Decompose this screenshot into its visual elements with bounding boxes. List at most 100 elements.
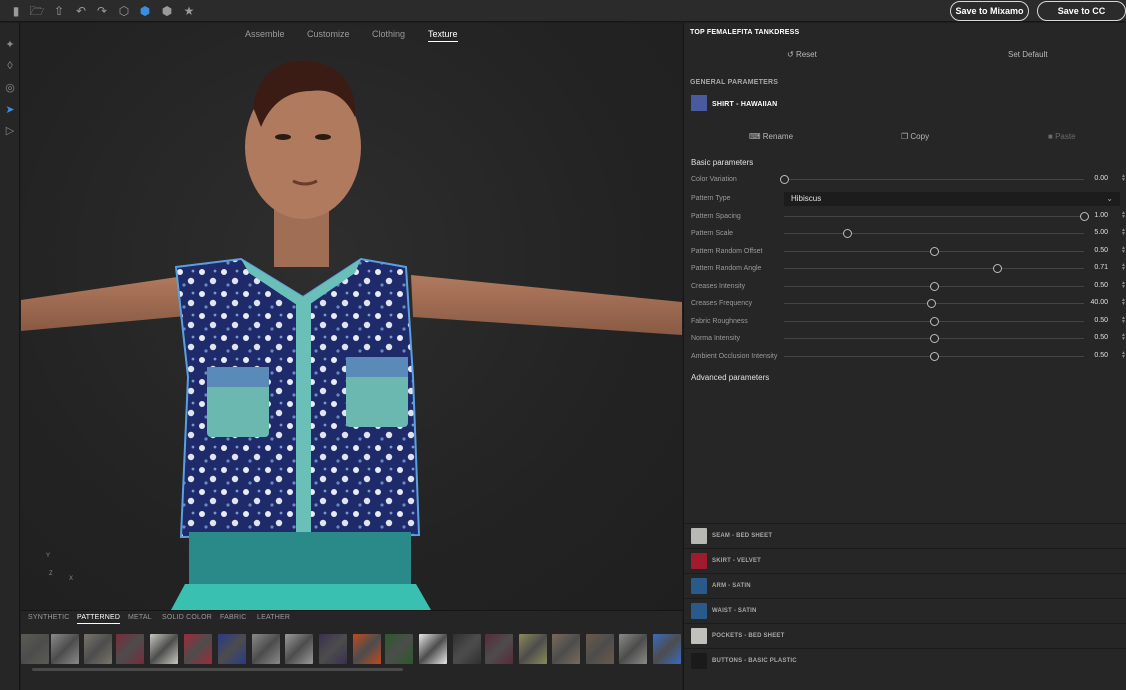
material-swatch[interactable] bbox=[319, 634, 347, 664]
category-leather[interactable]: LEATHER bbox=[257, 614, 290, 621]
material-swatch[interactable] bbox=[586, 634, 614, 664]
pattern-random-offset-value[interactable]: 0.50 bbox=[1082, 247, 1108, 254]
orbit-icon[interactable]: ✦ bbox=[2, 37, 18, 53]
norma-intensity-value[interactable]: 0.50 bbox=[1082, 334, 1108, 341]
rename-button[interactable]: ⌨ Rename bbox=[749, 132, 793, 141]
ambient-occlusion-intensity-value[interactable]: 0.50 bbox=[1082, 352, 1108, 359]
puzzle-icon[interactable]: ▮ bbox=[8, 3, 24, 19]
pattern-spacing-track[interactable] bbox=[784, 216, 1084, 217]
material-thumbnail bbox=[691, 528, 707, 544]
category-solid-color[interactable]: SOLID COLOR bbox=[162, 614, 212, 621]
ambient-occlusion-intensity-knob[interactable] bbox=[930, 352, 939, 361]
creases-intensity-stepper-icon[interactable]: ▲ ▼ bbox=[1121, 281, 1126, 290]
material-swatch[interactable] bbox=[150, 634, 178, 664]
pattern-scale-knob[interactable] bbox=[843, 229, 852, 238]
tab-customize[interactable]: Customize bbox=[307, 29, 350, 39]
cube-outline-icon[interactable]: ⬡ bbox=[116, 3, 132, 19]
material-list-item[interactable]: SEAM - BED SHEET bbox=[684, 523, 1126, 548]
category-fabric[interactable]: FABRIC bbox=[220, 614, 246, 621]
material-list-item[interactable]: POCKETS - BED SHEET bbox=[684, 623, 1126, 648]
pattern-random-angle-knob[interactable] bbox=[993, 264, 1002, 273]
material-swatch[interactable] bbox=[218, 634, 246, 664]
star-icon[interactable]: ★ bbox=[181, 3, 197, 19]
3d-viewport[interactable]: Assemble Customize Clothing Texture Y Z … bbox=[21, 23, 682, 610]
pattern-type-select[interactable]: Hibiscus ⌄ bbox=[784, 192, 1120, 206]
avatar-model[interactable] bbox=[21, 47, 682, 610]
color-variation-track[interactable] bbox=[784, 179, 1084, 180]
copy-label: Copy bbox=[910, 132, 930, 141]
pattern-random-angle-track[interactable] bbox=[784, 268, 1084, 269]
material-swatch[interactable] bbox=[653, 634, 681, 664]
zoom-icon[interactable]: ◎ bbox=[2, 80, 18, 96]
tab-texture[interactable]: Texture bbox=[428, 29, 458, 42]
material-swatch[interactable] bbox=[552, 634, 580, 664]
material-swatch[interactable] bbox=[353, 634, 381, 664]
pattern-spacing-value[interactable]: 1.00 bbox=[1082, 212, 1108, 219]
copy-button[interactable]: ❐ Copy bbox=[901, 132, 929, 141]
pattern-scale-value[interactable]: 5.00 bbox=[1082, 229, 1108, 236]
material-list-item[interactable]: BUTTONS - BASIC PLASTIC bbox=[684, 648, 1126, 673]
tab-clothing[interactable]: Clothing bbox=[372, 29, 405, 39]
fabric-roughness-knob[interactable] bbox=[930, 317, 939, 326]
set-default-button[interactable]: Set Default bbox=[1008, 50, 1048, 59]
material-swatch[interactable] bbox=[51, 634, 79, 664]
properties-panel: TOP FEMALEFITA TANKDRESS ↺ Reset Set Def… bbox=[683, 23, 1126, 690]
material-swatch[interactable] bbox=[485, 634, 513, 664]
save-to-mixamo-button[interactable]: Save to Mixamo bbox=[950, 1, 1029, 21]
tab-assemble[interactable]: Assemble bbox=[245, 29, 285, 39]
color-variation-knob[interactable] bbox=[780, 175, 789, 184]
undo-icon[interactable]: ↶ bbox=[73, 3, 89, 19]
horizontal-scrollbar[interactable] bbox=[32, 668, 403, 671]
material-swatch[interactable] bbox=[21, 634, 49, 664]
norma-intensity-knob[interactable] bbox=[930, 334, 939, 343]
export-icon[interactable]: ⇧ bbox=[51, 3, 67, 19]
pattern-random-offset-stepper-icon[interactable]: ▲ ▼ bbox=[1121, 246, 1126, 255]
material-swatch[interactable] bbox=[419, 634, 447, 664]
fabric-roughness-stepper-icon[interactable]: ▲ ▼ bbox=[1121, 316, 1126, 325]
pattern-random-offset-knob[interactable] bbox=[930, 247, 939, 256]
material-swatch[interactable] bbox=[184, 634, 212, 664]
material-swatch[interactable] bbox=[252, 634, 280, 664]
material-swatch[interactable] bbox=[453, 634, 481, 664]
pattern-scale-stepper-icon[interactable]: ▲ ▼ bbox=[1121, 228, 1126, 237]
pattern-random-offset-label: Pattern Random Offset bbox=[691, 248, 763, 255]
camera-icon[interactable]: ▷ bbox=[2, 123, 18, 139]
ambient-occlusion-intensity-stepper-icon[interactable]: ▲ ▼ bbox=[1121, 351, 1126, 360]
creases-intensity-knob[interactable] bbox=[930, 282, 939, 291]
creases-frequency-knob[interactable] bbox=[927, 299, 936, 308]
material-swatch[interactable] bbox=[385, 634, 413, 664]
paste-button[interactable]: ■ Paste bbox=[1048, 132, 1076, 141]
fabric-roughness-value[interactable]: 0.50 bbox=[1082, 317, 1108, 324]
pattern-spacing-stepper-icon[interactable]: ▲ ▼ bbox=[1121, 211, 1126, 220]
pattern-random-angle-stepper-icon[interactable]: ▲ ▼ bbox=[1121, 263, 1126, 272]
norma-intensity-stepper-icon[interactable]: ▲ ▼ bbox=[1121, 333, 1126, 342]
save-to-cc-libraries-button[interactable]: Save to CC Libraries bbox=[1037, 1, 1126, 34]
color-variation-value[interactable]: 0.00 bbox=[1082, 175, 1108, 182]
color-variation-stepper-icon[interactable]: ▲ ▼ bbox=[1121, 174, 1126, 183]
redo-icon[interactable]: ↷ bbox=[94, 3, 110, 19]
material-list-item[interactable]: WAIST - SATIN bbox=[684, 598, 1126, 623]
pan-icon[interactable]: ◊ bbox=[2, 58, 18, 74]
category-patterned[interactable]: PATTERNED bbox=[77, 614, 121, 624]
material-swatch[interactable] bbox=[519, 634, 547, 664]
pattern-scale-track[interactable] bbox=[784, 233, 1084, 234]
reset-button[interactable]: ↺ Reset bbox=[787, 50, 817, 59]
cube-blue-icon[interactable]: ⬢ bbox=[137, 3, 153, 19]
advanced-parameters-header[interactable]: Advanced parameters bbox=[691, 373, 769, 382]
material-swatch[interactable] bbox=[84, 634, 112, 664]
norma-intensity-label: Norma Intensity bbox=[691, 335, 741, 342]
material-swatch[interactable] bbox=[285, 634, 313, 664]
cube-grey-icon[interactable]: ⬢ bbox=[159, 3, 175, 19]
creases-intensity-value[interactable]: 0.50 bbox=[1082, 282, 1108, 289]
material-swatch[interactable] bbox=[116, 634, 144, 664]
select-arrow-icon[interactable]: ➤ bbox=[2, 102, 18, 118]
creases-frequency-value[interactable]: 40.00 bbox=[1082, 299, 1108, 306]
category-metal[interactable]: METAL bbox=[128, 614, 152, 621]
pattern-random-angle-value[interactable]: 0.71 bbox=[1082, 264, 1108, 271]
creases-frequency-stepper-icon[interactable]: ▲ ▼ bbox=[1121, 298, 1126, 307]
open-icon[interactable]: 🗁 bbox=[29, 3, 45, 19]
material-swatch[interactable] bbox=[619, 634, 647, 664]
material-list-item[interactable]: ARM - SATIN bbox=[684, 573, 1126, 598]
category-synthetic[interactable]: SYNTHETIC bbox=[28, 614, 69, 621]
material-list-item[interactable]: SKIRT - VELVET bbox=[684, 548, 1126, 573]
